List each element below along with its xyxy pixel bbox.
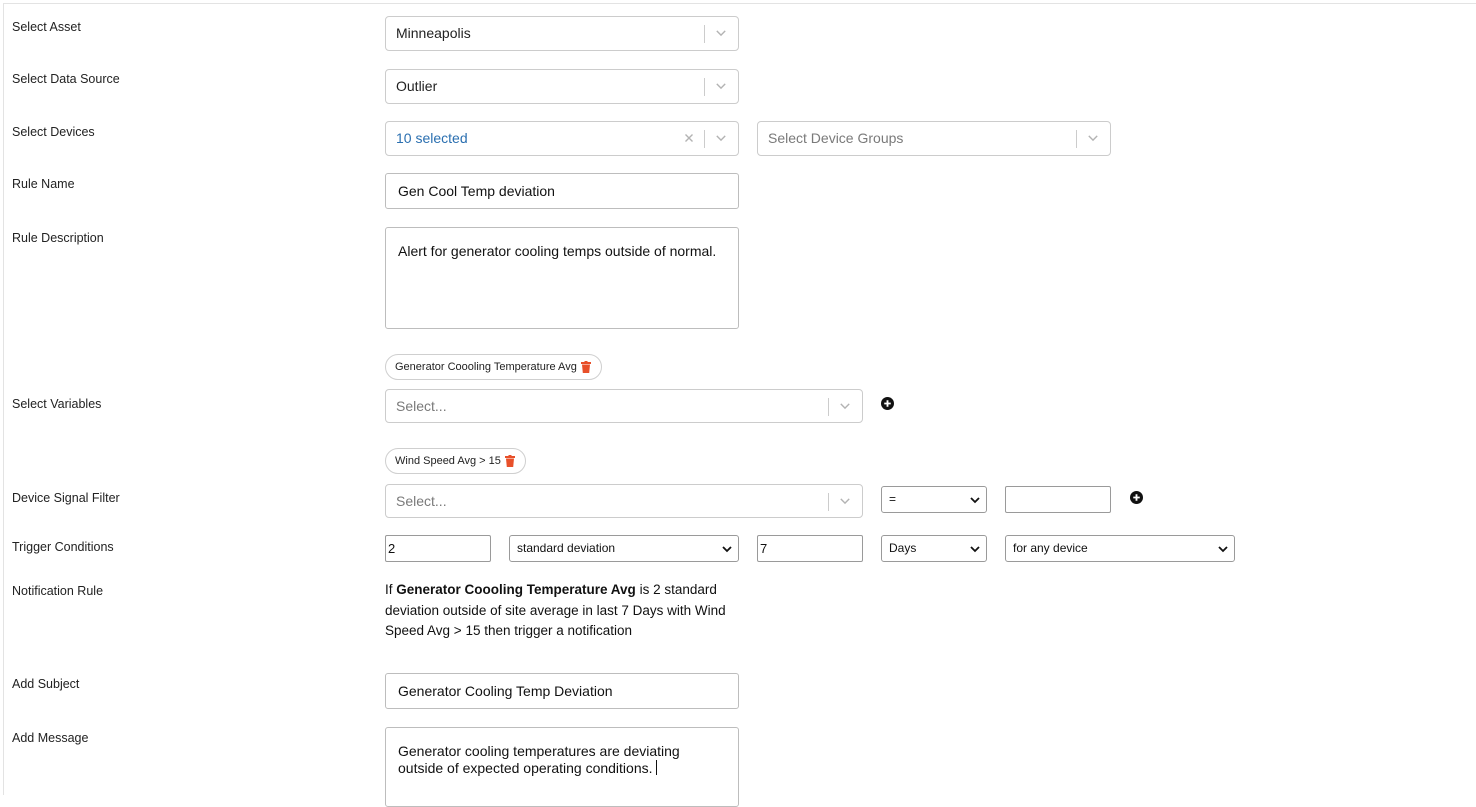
chevron-down-icon (1218, 546, 1228, 553)
chevron-down-icon (722, 546, 732, 553)
trash-icon[interactable] (504, 455, 515, 467)
notification-rule-prefix: If (385, 582, 397, 597)
signal-filter-value-input[interactable] (1005, 486, 1111, 513)
variable-chip: Generator Coooling Temperature Avg (385, 354, 602, 380)
devices-select[interactable]: 10 selected (385, 121, 739, 156)
variables-select-placeholder: Select... (396, 398, 447, 414)
signal-filter-chip: Wind Speed Avg > 15 (385, 448, 526, 474)
notification-rule-variable: Generator Coooling Temperature Avg (396, 582, 636, 597)
select-separator (704, 78, 705, 96)
chevron-down-icon[interactable] (714, 26, 728, 40)
text-cursor (655, 760, 657, 775)
signal-filter-chip-label: Wind Speed Avg > 15 (395, 455, 501, 467)
chevron-down-icon[interactable] (714, 131, 728, 145)
message-textarea[interactable]: Generator cooling temperatures are devia… (385, 727, 739, 807)
label-add-subject: Add Subject (12, 677, 80, 691)
trash-icon[interactable] (580, 361, 591, 373)
rule-name-input[interactable]: Gen Cool Temp deviation (385, 173, 739, 209)
chevron-down-icon[interactable] (838, 494, 852, 508)
add-filter-plus-icon[interactable] (1130, 491, 1143, 504)
trigger-method-value: standard deviation (517, 541, 616, 555)
asset-select[interactable]: Minneapolis (385, 16, 739, 51)
signal-filter-select-placeholder: Select... (396, 493, 447, 509)
select-separator (704, 25, 705, 43)
label-select-asset: Select Asset (12, 20, 81, 34)
label-select-variables: Select Variables (12, 397, 102, 411)
subject-input[interactable]: Generator Cooling Temp Deviation (385, 673, 739, 709)
device-groups-placeholder: Select Device Groups (768, 130, 904, 146)
label-device-signal-filter: Device Signal Filter (12, 491, 120, 505)
label-rule-name: Rule Name (12, 177, 75, 191)
select-separator (828, 493, 829, 511)
select-separator (704, 130, 705, 148)
data-source-select-value: Outlier (396, 78, 438, 94)
label-select-data-source: Select Data Source (12, 72, 120, 86)
signal-filter-select[interactable]: Select... (385, 484, 863, 518)
trigger-unit-select[interactable]: Days (881, 535, 987, 562)
trigger-unit-value: Days (889, 541, 917, 555)
select-separator (828, 398, 829, 416)
label-trigger-conditions: Trigger Conditions (12, 540, 114, 554)
trigger-period-input[interactable]: 7 (757, 535, 863, 562)
device-groups-select[interactable]: Select Device Groups (757, 121, 1111, 156)
chevron-down-icon[interactable] (1086, 131, 1100, 145)
variables-select[interactable]: Select... (385, 389, 863, 423)
trigger-scope-value: for any device (1013, 541, 1088, 555)
data-source-select[interactable]: Outlier (385, 69, 739, 104)
add-variable-plus-icon[interactable] (881, 397, 894, 410)
devices-select-value: 10 selected (396, 130, 468, 146)
label-notification-rule: Notification Rule (12, 584, 104, 598)
signal-filter-operator-value: = (889, 492, 897, 506)
label-rule-description: Rule Description (12, 231, 104, 245)
trigger-scope-select[interactable]: for any device (1005, 535, 1235, 562)
notification-rule-text: If Generator Coooling Temperature Avg is… (385, 580, 745, 642)
variable-chip-label: Generator Coooling Temperature Avg (395, 361, 577, 373)
message-text: Generator cooling temperatures are devia… (398, 743, 680, 776)
select-separator (1076, 130, 1077, 148)
chevron-down-icon[interactable] (838, 399, 852, 413)
label-select-devices: Select Devices (12, 125, 95, 139)
trigger-threshold-input[interactable]: 2 (385, 535, 491, 562)
rule-description-textarea[interactable]: Alert for generator cooling temps outsid… (385, 227, 739, 329)
label-add-message: Add Message (12, 731, 89, 745)
chevron-down-icon (970, 546, 980, 553)
chevron-down-icon (970, 497, 980, 504)
asset-select-value: Minneapolis (396, 25, 471, 41)
signal-filter-operator-select[interactable]: = (881, 486, 987, 513)
trigger-method-select[interactable]: standard deviation (509, 535, 739, 562)
chevron-down-icon[interactable] (714, 79, 728, 93)
close-icon[interactable] (682, 131, 696, 145)
